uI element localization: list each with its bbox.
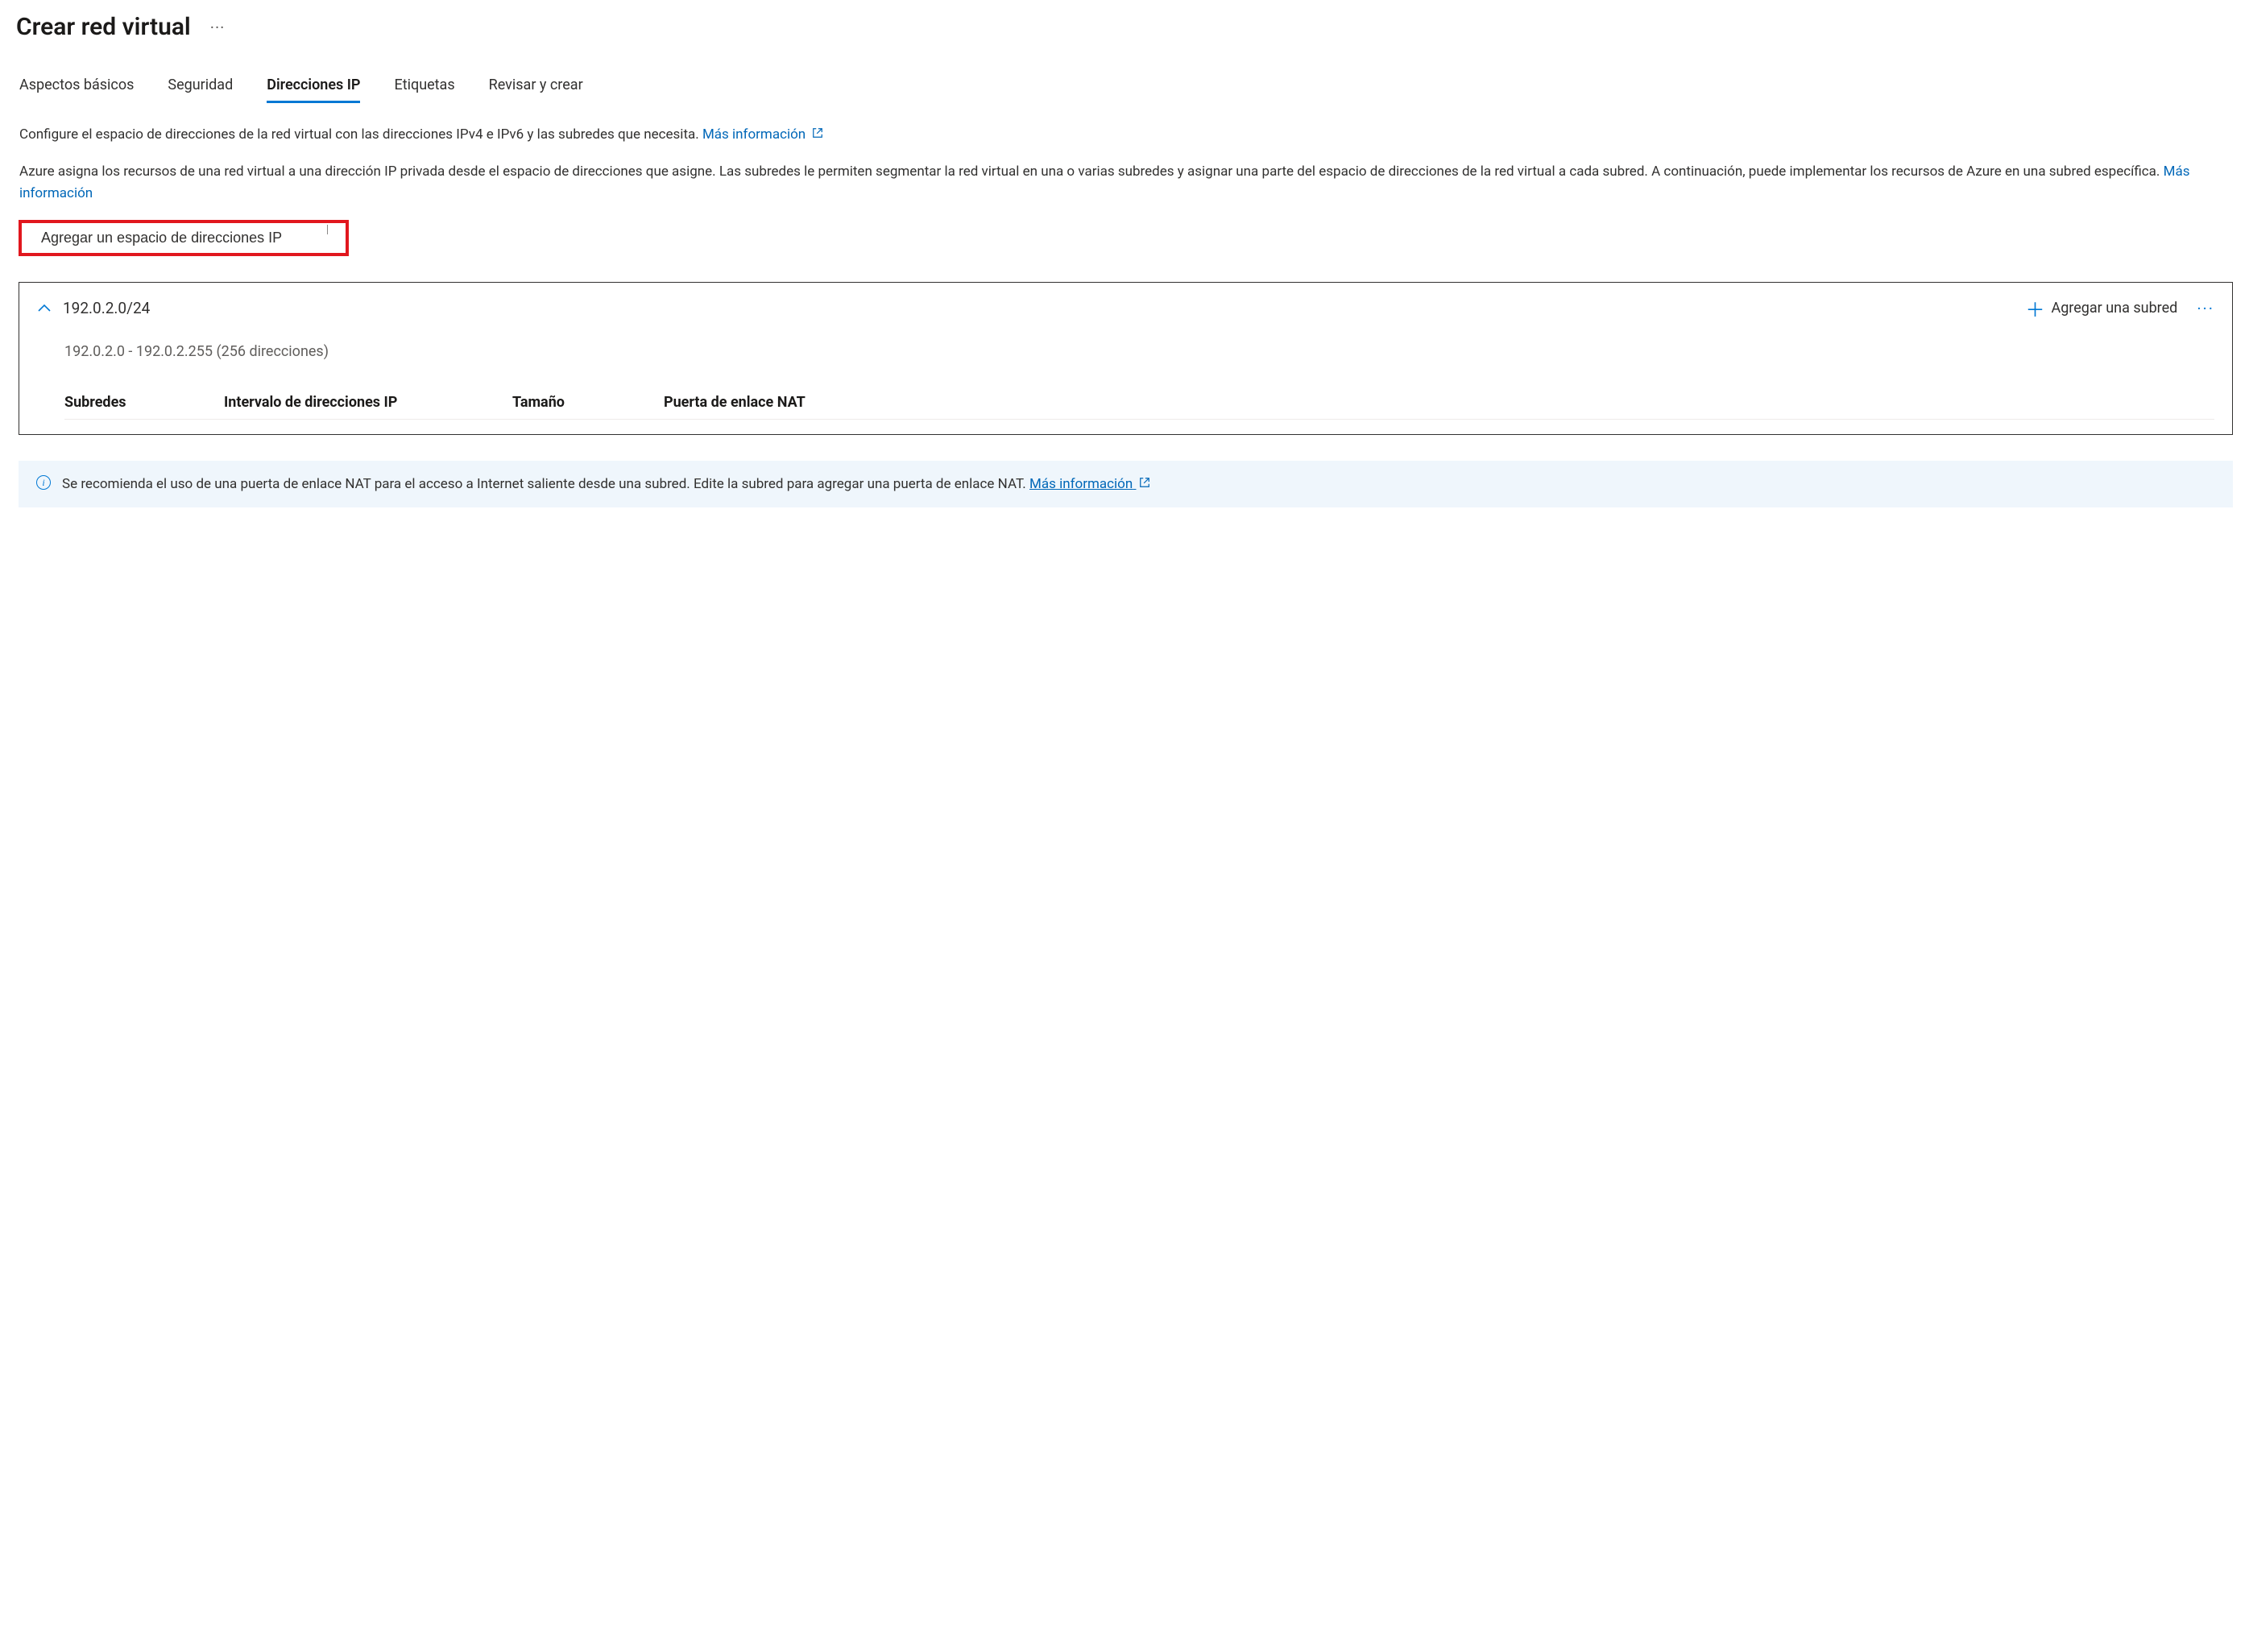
add-ip-address-space-button[interactable]: Agregar un espacio de direcciones IP bbox=[19, 220, 349, 256]
ip-space-more-icon[interactable]: ··· bbox=[2197, 299, 2214, 318]
plus-icon: ＋ bbox=[2025, 294, 2044, 322]
info-icon: i bbox=[36, 475, 51, 490]
nat-info-banner: i Se recomienda el uso de una puerta de … bbox=[19, 461, 2233, 507]
intro-text-1: Configure el espacio de direcciones de l… bbox=[19, 126, 699, 143]
add-subnet-label: Agregar una subred bbox=[2051, 300, 2177, 317]
ip-space-cidr: 192.0.2.0/24 bbox=[63, 299, 150, 317]
ip-address-space-panel: 192.0.2.0/24 ＋ Agregar una subred ··· 19… bbox=[19, 282, 2233, 435]
info-banner-text: Se recomienda el uso de una puerta de en… bbox=[62, 476, 1026, 492]
intro-paragraph-1: Configure el espacio de direcciones de l… bbox=[16, 124, 2233, 145]
tab-review-create[interactable]: Revisar y crear bbox=[489, 77, 583, 101]
subnets-table-header: Subredes Intervalo de direcciones IP Tam… bbox=[64, 394, 2214, 420]
col-header-ip-range: Intervalo de direcciones IP bbox=[224, 394, 474, 411]
chevron-up-icon[interactable] bbox=[37, 300, 52, 317]
intro-paragraph-2: Azure asigna los recursos de una red vir… bbox=[16, 161, 2233, 204]
intro-text-2: Azure asigna los recursos de una red vir… bbox=[19, 164, 2160, 180]
more-info-link-1[interactable]: Más información bbox=[702, 126, 823, 143]
col-header-size: Tamaño bbox=[512, 394, 625, 411]
external-link-icon bbox=[1139, 477, 1150, 495]
tab-tags[interactable]: Etiquetas bbox=[394, 77, 454, 101]
tab-ip-addresses[interactable]: Direcciones IP bbox=[267, 77, 360, 101]
tab-basics[interactable]: Aspectos básicos bbox=[19, 77, 134, 101]
info-banner-content: Se recomienda el uso de una puerta de en… bbox=[62, 474, 1150, 495]
page-title: Crear red virtual bbox=[16, 13, 191, 41]
external-link-icon bbox=[812, 127, 823, 145]
more-actions-icon[interactable]: ··· bbox=[210, 18, 226, 37]
info-banner-more-link[interactable]: Más información bbox=[1029, 476, 1136, 492]
subnets-table: Subredes Intervalo de direcciones IP Tam… bbox=[64, 394, 2214, 420]
col-header-nat-gateway: Puerta de enlace NAT bbox=[664, 394, 2214, 411]
add-subnet-button[interactable]: ＋ Agregar una subred bbox=[2025, 294, 2177, 322]
info-icon-wrap: i bbox=[36, 475, 51, 490]
tabs-bar: Aspectos básicos Seguridad Direcciones I… bbox=[16, 77, 2233, 101]
ip-range-description: 192.0.2.0 - 192.0.2.255 (256 direcciones… bbox=[64, 343, 2214, 360]
col-header-subnets: Subredes bbox=[64, 394, 185, 411]
tab-security[interactable]: Seguridad bbox=[168, 77, 233, 101]
